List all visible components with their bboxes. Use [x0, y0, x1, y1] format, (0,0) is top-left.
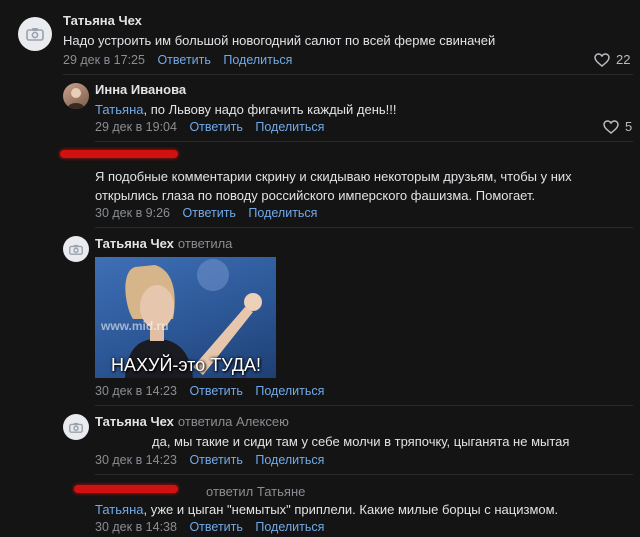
divider: [95, 405, 633, 406]
photo-watermark: www.mid.ru: [101, 319, 169, 333]
heart-outline-icon: [594, 52, 610, 67]
avatar[interactable]: [63, 236, 89, 262]
comment-time[interactable]: 30 дек в 14:23: [95, 453, 177, 467]
divider: [95, 474, 633, 475]
divider: [95, 141, 633, 142]
share-button[interactable]: Поделиться: [255, 453, 324, 467]
reply-button[interactable]: Ответить: [189, 120, 242, 134]
avatar[interactable]: [63, 83, 89, 109]
reply-button[interactable]: Ответить: [183, 206, 236, 220]
comment-author[interactable]: Инна Иванова: [95, 82, 186, 97]
mention-link[interactable]: Татьяна: [95, 502, 143, 517]
share-button[interactable]: Поделиться: [248, 206, 317, 220]
comment-time[interactable]: 29 дек в 17:25: [63, 53, 145, 67]
comment-time[interactable]: 30 дек в 14:38: [95, 520, 177, 534]
reply-button[interactable]: Ответить: [189, 384, 242, 398]
comment-author[interactable]: Татьяна Чех ответила Алексею: [95, 414, 289, 429]
comment-text: Я подобные комментарии скрину и скидываю…: [95, 169, 572, 203]
attached-photo[interactable]: www.mid.ru НАХУЙ-это ТУДА!: [95, 257, 276, 378]
like-count: 22: [616, 52, 631, 67]
comment-text: Надо устроить им большой новогодний салю…: [63, 33, 496, 48]
user-photo-icon: [67, 88, 85, 109]
replied-label: ответил Татьяне: [206, 484, 306, 499]
comment-meta: 30 дек в 14:38 Ответить Поделиться: [95, 520, 324, 534]
share-button[interactable]: Поделиться: [255, 520, 324, 534]
replied-label: ответила: [177, 236, 233, 251]
reply-button[interactable]: Ответить: [189, 520, 242, 534]
redacted-author: [74, 485, 178, 493]
heart-outline-icon: [603, 119, 619, 134]
camera-icon: [69, 422, 83, 433]
comment-meta: 29 дек в 17:25 Ответить Поделиться: [63, 53, 292, 67]
comment-text: да, мы такие и сиди там у себе молчи в т…: [152, 434, 570, 449]
comment-meta: 29 дек в 19:04 Ответить Поделиться: [95, 120, 324, 134]
reply-button[interactable]: Ответить: [157, 53, 210, 67]
camera-icon: [26, 28, 44, 41]
mention-link[interactable]: Татьяна: [95, 102, 143, 117]
share-button[interactable]: Поделиться: [223, 53, 292, 67]
comment-meta: 30 дек в 9:26 Ответить Поделиться: [95, 206, 317, 220]
like-button[interactable]: 5: [603, 119, 632, 134]
comment-author[interactable]: Татьяна Чех ответила: [95, 236, 232, 251]
comment-text: Татьяна, по Львову надо фигачить каждый …: [95, 102, 397, 117]
comment-time[interactable]: 30 дек в 14:23: [95, 384, 177, 398]
like-button[interactable]: 22: [594, 52, 630, 67]
share-button[interactable]: Поделиться: [255, 120, 324, 134]
comment-meta: 30 дек в 14:23 Ответить Поделиться: [95, 384, 324, 398]
comment-time[interactable]: 29 дек в 19:04: [95, 120, 177, 134]
comment-text: Татьяна, уже и цыган "немытых" приплели.…: [95, 502, 559, 517]
photo-caption: НАХУЙ-это ТУДА!: [111, 355, 262, 375]
divider: [95, 227, 633, 228]
avatar[interactable]: [63, 414, 89, 440]
like-count: 5: [625, 119, 633, 134]
reply-button[interactable]: Ответить: [189, 453, 242, 467]
camera-icon: [69, 244, 83, 255]
comment-meta: 30 дек в 14:23 Ответить Поделиться: [95, 453, 324, 467]
replied-label: ответила Алексею: [177, 414, 289, 429]
redacted-author: [60, 150, 178, 158]
divider: [63, 74, 633, 75]
avatar[interactable]: [18, 17, 52, 51]
share-button[interactable]: Поделиться: [255, 384, 324, 398]
comment-time[interactable]: 30 дек в 9:26: [95, 206, 170, 220]
comment-author[interactable]: Татьяна Чех: [63, 13, 142, 28]
